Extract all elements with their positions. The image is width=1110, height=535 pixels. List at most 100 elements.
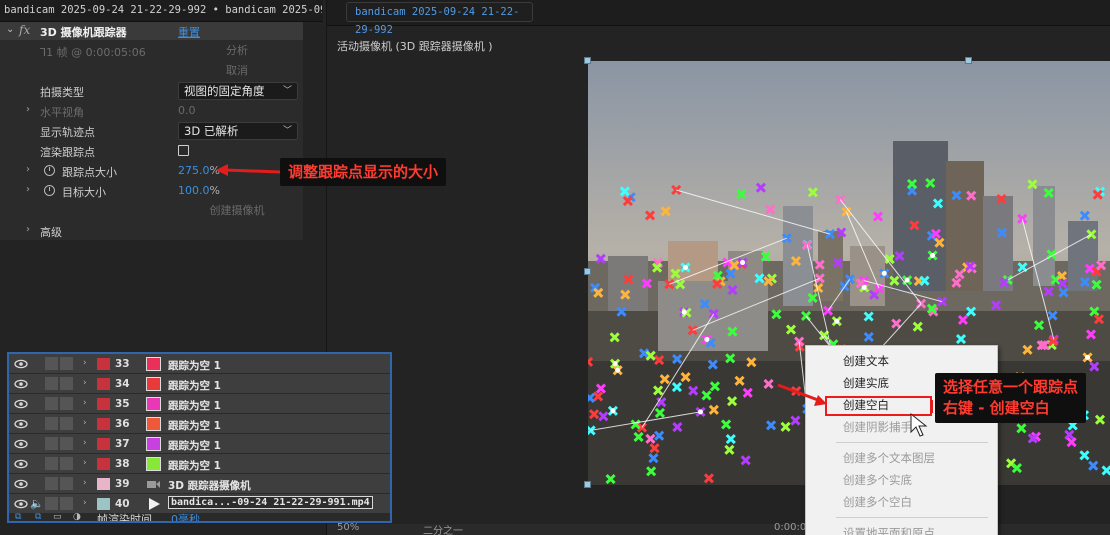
- cancel-button[interactable]: 取消: [178, 62, 296, 80]
- chevron-right-icon[interactable]: ›: [83, 398, 87, 408]
- create-camera-button[interactable]: 创建摄像机: [178, 202, 296, 220]
- solo-toggle[interactable]: [45, 377, 58, 390]
- target-size-value[interactable]: 100.0%: [178, 184, 220, 197]
- solo-toggle[interactable]: [45, 457, 58, 470]
- layer-name[interactable]: 跟踪为空 1: [168, 418, 221, 433]
- chevron-right-icon[interactable]: ›: [83, 478, 87, 488]
- solo-toggle[interactable]: [45, 437, 58, 450]
- chevron-right-icon[interactable]: ›: [26, 164, 30, 175]
- motion-blur-icon[interactable]: ◑: [73, 512, 84, 521]
- solo-toggle[interactable]: [45, 357, 58, 370]
- lock-toggle[interactable]: [60, 477, 73, 490]
- layer-row[interactable]: › 35 跟踪为空 1: [9, 394, 390, 414]
- stopwatch-icon[interactable]: [44, 165, 55, 176]
- transform-handle[interactable]: [584, 57, 591, 64]
- layer-row[interactable]: › 36 跟踪为空 1: [9, 414, 390, 434]
- advanced-row[interactable]: › 高级: [0, 221, 303, 241]
- current-time[interactable]: 0:00:0: [774, 522, 806, 533]
- label-color-swatch[interactable]: [97, 418, 110, 430]
- eye-icon[interactable]: [14, 397, 28, 411]
- transform-handle[interactable]: [965, 57, 972, 64]
- chevron-down-icon: ﹀: [282, 126, 292, 136]
- chevron-right-icon[interactable]: ›: [83, 498, 87, 508]
- comp-mini-flowchart-icon[interactable]: ⧉: [15, 512, 26, 521]
- lock-toggle[interactable]: [60, 417, 73, 430]
- layer-source-swatch: [146, 437, 161, 451]
- fx-icon[interactable]: fx: [19, 23, 30, 37]
- solo-toggle[interactable]: [45, 417, 58, 430]
- layer-number: 38: [115, 458, 130, 470]
- layer-row[interactable]: › 33 跟踪为空 1: [9, 354, 390, 374]
- layer-row[interactable]: › 39 3D 跟踪器摄像机: [9, 474, 390, 494]
- menu-item-create-multiple-nulls[interactable]: 创建多个空白: [806, 491, 997, 513]
- layer-row[interactable]: › 34 跟踪为空 1: [9, 374, 390, 394]
- menu-item-create-multiple-solids[interactable]: 创建多个实底: [806, 469, 997, 491]
- lock-toggle[interactable]: [60, 437, 73, 450]
- chevron-down-icon[interactable]: ⌄: [6, 24, 14, 35]
- layer-name[interactable]: 3D 跟踪器摄像机: [168, 478, 251, 493]
- composition-tab[interactable]: bandicam 2025-09-24 21-22-29-992: [346, 2, 533, 36]
- eye-icon[interactable]: [14, 497, 28, 511]
- menu-item-create-text[interactable]: 创建文本: [806, 350, 997, 372]
- layer-name[interactable]: 跟踪为空 1: [168, 378, 221, 393]
- menu-item-set-ground-plane[interactable]: 设置地平面和原点: [806, 522, 997, 535]
- reset-link[interactable]: 重置: [178, 24, 200, 40]
- track-point-size-value[interactable]: 275.0%: [178, 164, 220, 177]
- effect-header[interactable]: ⌄ fx 3D 摄像机跟踪器 重置: [0, 22, 303, 40]
- chevron-right-icon[interactable]: ›: [83, 358, 87, 368]
- zoom-dropdown[interactable]: 50%: [337, 522, 359, 533]
- chevron-right-icon[interactable]: ›: [83, 378, 87, 388]
- frame-blending-icon[interactable]: ▭: [53, 512, 64, 521]
- stopwatch-icon[interactable]: [44, 185, 55, 196]
- layer-name[interactable]: bandica...-09-24 21-22-29-991.mp4: [168, 496, 373, 509]
- label-color-swatch[interactable]: [97, 398, 110, 410]
- render-track-points-checkbox[interactable]: [178, 145, 189, 156]
- label-color-swatch[interactable]: [97, 478, 110, 490]
- lock-toggle[interactable]: [60, 397, 73, 410]
- label-color-swatch[interactable]: [97, 378, 110, 390]
- chevron-right-icon[interactable]: ›: [83, 458, 87, 468]
- eye-icon[interactable]: [14, 437, 28, 451]
- transform-handle[interactable]: [584, 268, 591, 275]
- eye-icon[interactable]: [14, 417, 28, 431]
- layer-row[interactable]: › 37 跟踪为空 1: [9, 434, 390, 454]
- lock-toggle[interactable]: [60, 377, 73, 390]
- speaker-icon[interactable]: 🔈: [30, 497, 44, 510]
- chevron-right-icon[interactable]: ›: [26, 224, 30, 235]
- transform-handle[interactable]: [584, 481, 591, 488]
- lock-toggle[interactable]: [60, 357, 73, 370]
- lock-toggle[interactable]: [60, 457, 73, 470]
- chevron-right-icon[interactable]: ›: [83, 418, 87, 428]
- label-color-swatch[interactable]: [97, 438, 110, 450]
- timeline-panel: › 33 跟踪为空 1 › 34 跟踪为空 1 › 35 跟踪为空 1 › 36 跟踪为空 1 › 37 跟…: [7, 352, 392, 523]
- analyze-button[interactable]: 分析: [178, 42, 296, 60]
- show-track-points-dropdown[interactable]: 3D 已解析 ﹀: [178, 122, 298, 140]
- layer-name[interactable]: 跟踪为空 1: [168, 358, 221, 373]
- timeline-footer: ⧉ ⧉ ▭ ◑ 帧渲染时间 0毫秒: [9, 512, 390, 521]
- solo-toggle[interactable]: [45, 477, 58, 490]
- label-color-swatch[interactable]: [97, 358, 110, 370]
- layer-name[interactable]: 跟踪为空 1: [168, 398, 221, 413]
- shy-layers-icon[interactable]: ⧉: [35, 512, 46, 521]
- label-color-swatch[interactable]: [97, 498, 110, 510]
- effect-properties: ⌄ fx 3D 摄像机跟踪器 重置 ⅂1 帧 @ 0:00:05:06 分析 取…: [0, 22, 303, 240]
- chevron-right-icon[interactable]: ›: [26, 104, 30, 115]
- eye-icon[interactable]: [14, 357, 28, 371]
- solo-toggle[interactable]: [45, 397, 58, 410]
- layer-row[interactable]: › 38 跟踪为空 1: [9, 454, 390, 474]
- eye-icon[interactable]: [14, 457, 28, 471]
- layer-name[interactable]: 跟踪为空 1: [168, 458, 221, 473]
- eye-icon[interactable]: [14, 377, 28, 391]
- resolution-dropdown[interactable]: 二分之一: [423, 522, 463, 535]
- lock-toggle[interactable]: [60, 497, 73, 510]
- chevron-right-icon[interactable]: ›: [26, 184, 30, 195]
- chevron-right-icon[interactable]: ›: [83, 438, 87, 448]
- shot-type-dropdown[interactable]: 视图的固定角度 ﹀: [178, 82, 298, 100]
- menu-item-create-multiple-text[interactable]: 创建多个文本图层: [806, 447, 997, 469]
- eye-icon[interactable]: [14, 477, 28, 491]
- layer-name[interactable]: 跟踪为空 1: [168, 438, 221, 453]
- effect-controls-tab-title: bandicam 2025-09-24 21-22-29-992 • bandi…: [4, 4, 322, 16]
- solo-toggle[interactable]: [45, 497, 58, 510]
- effect-controls-tab[interactable]: bandicam 2025-09-24 21-22-29-992 • bandi…: [0, 0, 323, 22]
- label-color-swatch[interactable]: [97, 458, 110, 470]
